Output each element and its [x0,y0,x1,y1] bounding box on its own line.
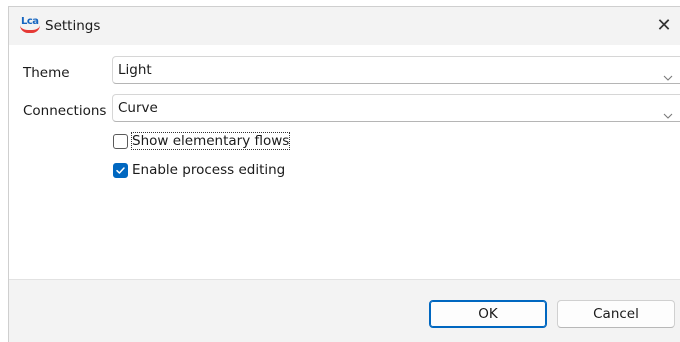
cancel-button[interactable]: Cancel [557,300,675,328]
theme-select[interactable]: Light [112,56,680,84]
theme-select-value: Light [118,62,152,78]
checkbox-box [113,134,128,149]
openlca-app-icon: Lca [19,16,41,36]
window-title: Settings [45,18,101,34]
connections-label: Connections [23,103,107,119]
theme-label: Theme [23,65,70,81]
close-icon: ✕ [656,15,672,36]
enable-process-editing-checkbox[interactable]: Enable process editing [113,161,303,181]
chevron-down-icon [663,104,673,123]
close-button[interactable]: ✕ [650,14,678,38]
ok-button[interactable]: OK [429,300,547,328]
connections-select[interactable]: Curve [112,94,680,122]
settings-dialog: Lca Settings ✕ Theme Light Connections C… [8,6,680,342]
checkmark-icon [116,167,125,174]
app-icon-swoosh [20,25,40,33]
settings-content: Theme Light Connections Curve Show eleme… [9,45,680,279]
show-elementary-flows-label: Show elementary flows [130,132,291,150]
chevron-down-icon [663,66,673,85]
enable-process-editing-label: Enable process editing [132,162,286,178]
dialog-footer: OK Cancel [9,279,680,342]
connections-select-value: Curve [118,100,158,116]
show-elementary-flows-checkbox[interactable]: Show elementary flows [113,132,303,152]
checkbox-box-checked [113,163,128,178]
title-bar: Lca Settings ✕ [9,7,680,45]
